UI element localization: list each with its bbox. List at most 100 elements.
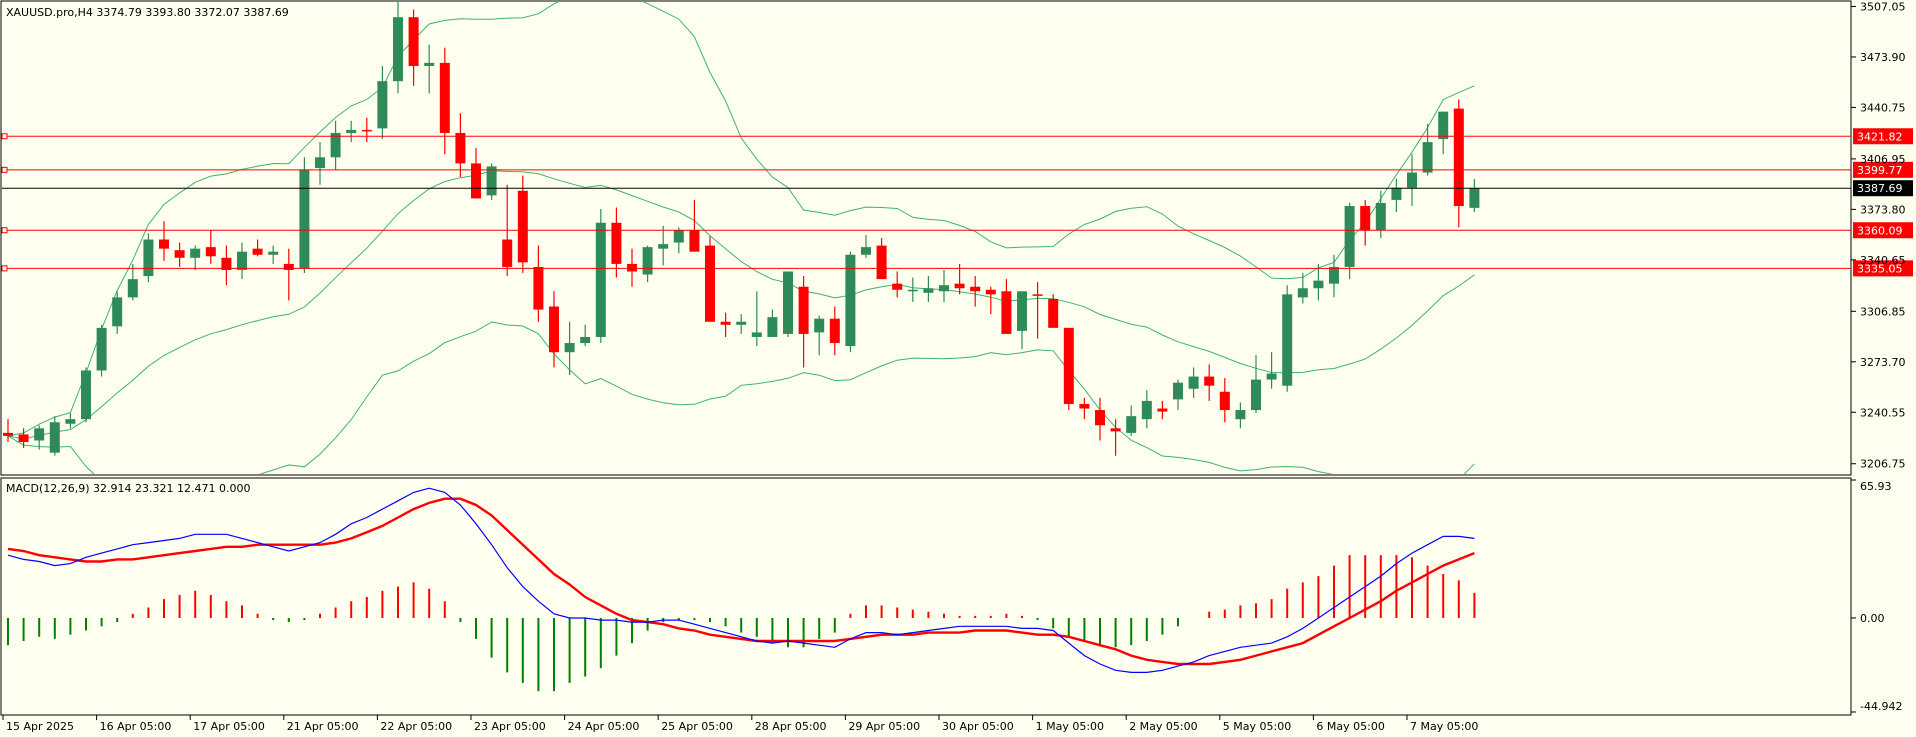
candle-body <box>1422 142 1433 173</box>
candle-body <box>954 283 965 289</box>
candle-body <box>174 250 185 258</box>
candle-body <box>517 190 528 263</box>
time-tick-label: 2 May 05:00 <box>1129 720 1197 733</box>
candle-body <box>346 129 357 133</box>
candle-body <box>455 132 466 164</box>
candle-body <box>689 230 700 252</box>
candle-body <box>81 370 91 420</box>
candle-body <box>1048 298 1059 328</box>
time-tick-label: 1 May 05:00 <box>1036 720 1104 733</box>
time-tick-label: 23 Apr 05:00 <box>474 720 546 733</box>
candle-body <box>736 321 747 325</box>
level-handle <box>1 133 8 140</box>
candle-body <box>1438 111 1449 140</box>
time-tick-label: 28 Apr 05:00 <box>755 720 827 733</box>
candle-body <box>1141 400 1152 420</box>
candle-body <box>564 343 575 353</box>
time-tick-label: 5 May 05:00 <box>1223 720 1291 733</box>
level-handle <box>1 166 8 173</box>
price-chart[interactable]: 3421.823399.773360.093335.053387.69 3507… <box>0 0 1916 737</box>
price-tick-label: 3406.95 <box>1860 153 1906 166</box>
candle-body <box>1017 291 1027 331</box>
candle-body <box>299 169 310 269</box>
time-tick-label: 24 Apr 05:00 <box>568 720 640 733</box>
time-tick-label: 21 Apr 05:00 <box>287 720 359 733</box>
candle-body <box>892 283 903 290</box>
price-tick-label: 3473.90 <box>1860 51 1906 64</box>
time-tick-label: 7 May 05:00 <box>1410 720 1478 733</box>
price-tick-label: 3440.75 <box>1860 101 1906 114</box>
candle-body <box>502 239 513 267</box>
candle-body <box>205 247 216 257</box>
candle-body <box>751 332 762 337</box>
candle-body <box>1095 410 1105 426</box>
candle-body <box>112 297 123 327</box>
candle-body <box>533 266 544 310</box>
candle-body <box>1360 206 1371 231</box>
candle-body <box>814 318 825 333</box>
candle-body <box>377 81 388 129</box>
candle-body <box>471 163 481 199</box>
candle-body <box>1329 266 1339 284</box>
candle-body <box>1204 376 1215 386</box>
candle-body <box>767 317 778 337</box>
candle-body <box>49 422 60 453</box>
candle-body <box>1375 202 1386 231</box>
candle-body <box>829 318 840 344</box>
candle-body <box>1469 188 1480 208</box>
candle-body <box>159 239 169 249</box>
price-tick-label: 3273.70 <box>1860 356 1906 369</box>
level-handle <box>1 265 8 272</box>
candle-body <box>627 263 637 272</box>
candle-body <box>658 244 669 249</box>
candle-body <box>143 239 154 277</box>
candle-body <box>18 434 29 443</box>
candle-body <box>611 222 622 264</box>
candle-body <box>361 129 372 132</box>
candle-body <box>642 247 653 275</box>
candle-body <box>861 247 871 255</box>
candle-body <box>486 166 497 196</box>
time-tick-label: 6 May 05:00 <box>1316 720 1384 733</box>
macd-tick-label: -44.942 <box>1860 700 1902 713</box>
price-panel-header: XAUUSD.pro,H4 3374.79 3393.80 3372.07 33… <box>6 6 289 19</box>
candle-body <box>595 222 606 337</box>
candle-body <box>96 327 107 371</box>
candle-body <box>1453 108 1464 207</box>
candle-body <box>673 230 684 243</box>
price-tick-label: 3373.80 <box>1860 203 1906 216</box>
price-tick-label: 3507.05 <box>1860 0 1906 13</box>
candle-body <box>283 263 294 270</box>
candle-body <box>1235 410 1246 420</box>
candle-body <box>1251 379 1261 411</box>
macd-tick-label: 65.93 <box>1860 480 1892 493</box>
candle-body <box>1297 288 1308 298</box>
time-tick-label: 15 Apr 2025 <box>6 720 74 733</box>
candle-body <box>580 336 591 344</box>
candle-body <box>970 286 981 292</box>
time-tick-label: 29 Apr 05:00 <box>848 720 920 733</box>
macd-tick-label: 0.00 <box>1860 612 1885 625</box>
candle-body <box>1079 403 1090 409</box>
candle-body <box>439 62 450 133</box>
candle-body <box>1282 294 1293 386</box>
candle-body <box>923 288 934 293</box>
level-handle <box>1 227 8 234</box>
candle-body <box>985 289 996 295</box>
candle-body <box>549 306 559 353</box>
candle-body <box>1001 291 1012 334</box>
candle-body <box>252 248 263 255</box>
candle-body <box>34 428 45 441</box>
candle-body <box>1407 172 1417 188</box>
price-tick-label: 3240.55 <box>1860 406 1906 419</box>
candle-body <box>237 251 247 270</box>
candle-body <box>1173 382 1183 400</box>
candle-body <box>393 17 403 82</box>
candle-body <box>408 17 419 66</box>
time-tick-label: 16 Apr 05:00 <box>100 720 172 733</box>
macd-panel-header: MACD(12,26,9) 32.914 23.321 12.471 0.000 <box>6 482 251 495</box>
candle-body <box>1344 206 1355 267</box>
candle-body <box>1391 187 1402 200</box>
candle-body <box>315 157 325 168</box>
candle-body <box>190 248 201 258</box>
